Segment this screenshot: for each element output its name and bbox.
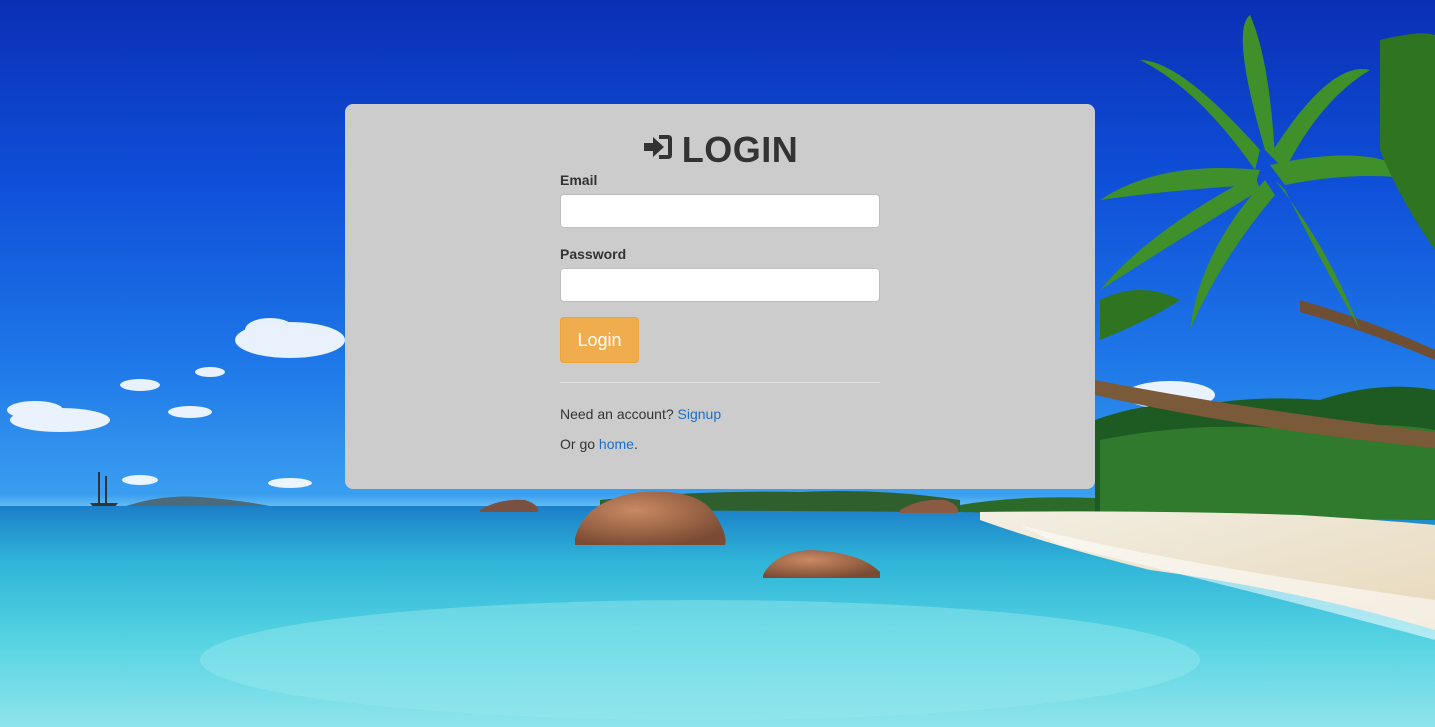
page-title: LOGIN — [560, 130, 880, 170]
signup-prompt: Need an account? — [560, 406, 674, 422]
login-button[interactable]: Login — [560, 317, 639, 363]
email-field[interactable] — [560, 194, 880, 228]
divider — [560, 382, 880, 383]
login-title-text: LOGIN — [681, 129, 799, 170]
login-card: LOGIN Email Password Login Need an accou… — [345, 104, 1095, 489]
signup-link[interactable]: Signup — [678, 406, 722, 422]
home-link[interactable]: home — [599, 436, 634, 452]
password-label: Password — [560, 246, 627, 262]
home-prefix: Or go — [560, 436, 596, 452]
password-field[interactable] — [560, 268, 880, 302]
home-suffix: . — [633, 436, 638, 452]
home-line: Or go home. — [560, 436, 638, 452]
email-label: Email — [560, 172, 598, 188]
signup-line: Need an account? Signup — [560, 406, 721, 422]
sign-in-icon — [642, 129, 674, 169]
